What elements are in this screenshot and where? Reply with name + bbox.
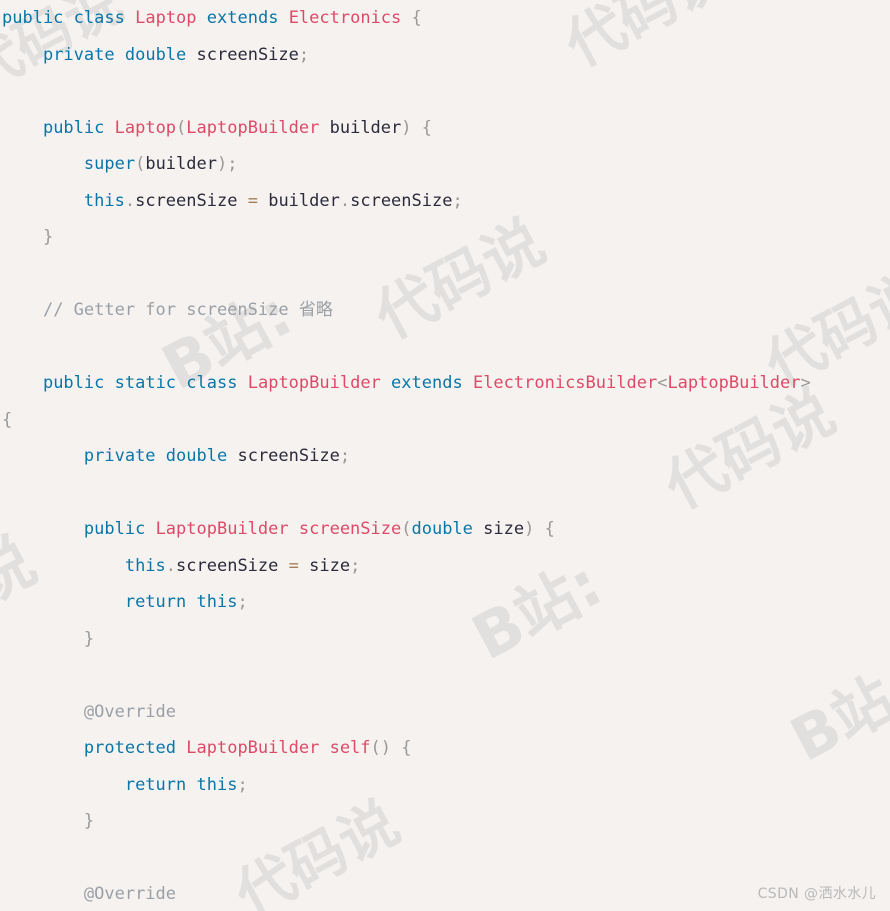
code-line: private double screenSize; bbox=[42, 44, 310, 65]
code-line: public LaptopBuilder screenSize(double s… bbox=[83, 519, 555, 539]
code-line: @Override bbox=[0, 694, 890, 731]
code-line: // Getter for screenSize 省略 bbox=[0, 292, 890, 329]
code-line: public static class LaptopBuilder extend… bbox=[42, 373, 811, 393]
override-annotation: @Override bbox=[83, 884, 177, 904]
code-screenshot-viewer: 代码说 代码说 代码说 B站: 代码说 代码说说 B站: 代码说 B站 public class… bbox=[0, 0, 890, 911]
code-line: this.screenSize = size; bbox=[124, 555, 361, 576]
code-line: private double screenSize; bbox=[83, 446, 351, 466]
code-line: this.screenSize = builder.screenSize; bbox=[83, 190, 463, 211]
override-annotation: @Override bbox=[83, 701, 177, 722]
code-line: } bbox=[42, 227, 54, 247]
code-line: public class Laptop extends Electronics … bbox=[2, 8, 422, 28]
code-comment: // Getter for screenSize 省略 bbox=[42, 300, 333, 320]
code-line: return this; bbox=[124, 592, 248, 612]
code-line: protected LaptopBuilder self() { bbox=[83, 738, 412, 758]
code-line: super(builder); bbox=[83, 154, 238, 174]
csdn-watermark: CSDN @洒水水儿 bbox=[757, 886, 876, 902]
code-line: public Laptop(LaptopBuilder builder) { bbox=[42, 117, 432, 138]
java-code-block: public class Laptop extends Electronics … bbox=[0, 0, 890, 911]
code-line: } bbox=[83, 628, 95, 649]
code-line: @Override bbox=[0, 876, 890, 911]
code-content: public class Laptop extends Electronics … bbox=[0, 0, 890, 911]
code-line: return this; bbox=[124, 774, 248, 795]
code-line: } bbox=[83, 811, 95, 831]
code-line: { bbox=[2, 409, 13, 430]
